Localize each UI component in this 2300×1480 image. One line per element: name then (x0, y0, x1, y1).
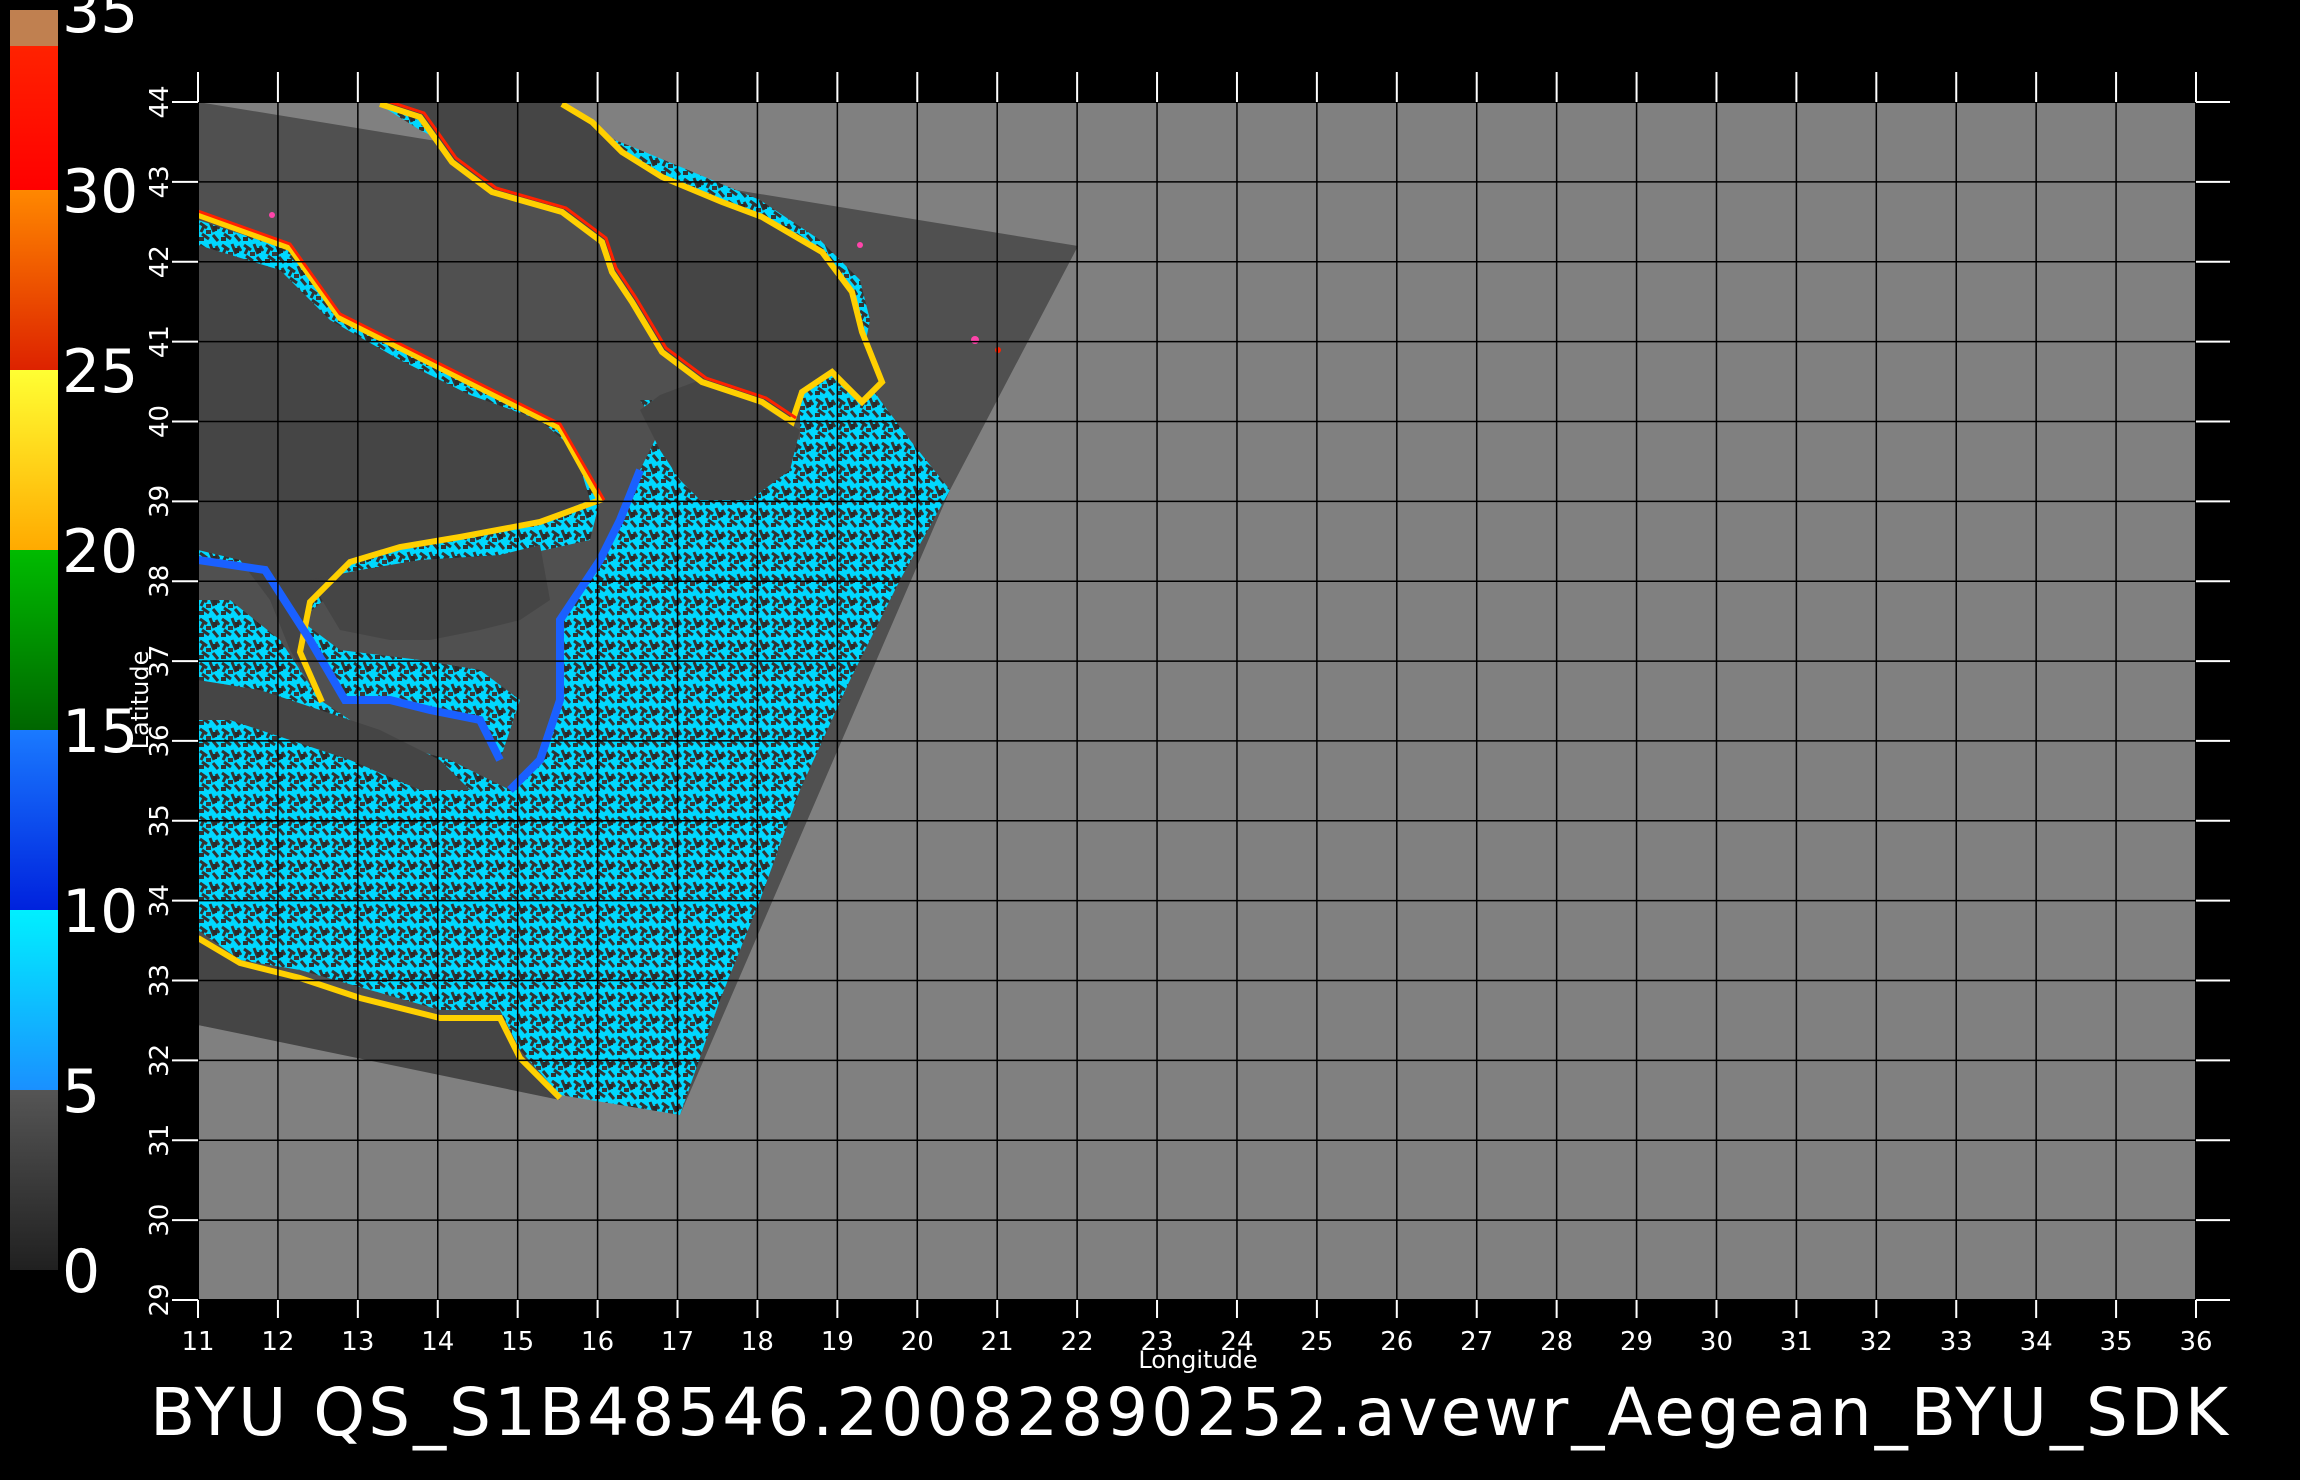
x-tick-label: 32 (1860, 1327, 1893, 1357)
x-tick-label: 16 (581, 1327, 614, 1357)
y-tick-label: 43 (145, 165, 175, 198)
colorbar-segment (10, 10, 58, 46)
island-spot (995, 347, 1001, 353)
x-tick-label: 26 (1380, 1327, 1413, 1357)
island-spot (857, 242, 863, 248)
y-tick-label: 39 (145, 485, 175, 518)
y-tick-label: 34 (145, 884, 175, 917)
x-tick-label: 12 (261, 1327, 294, 1357)
y-tick-label: 35 (145, 804, 175, 837)
x-tick-label: 25 (1300, 1327, 1333, 1357)
x-tick-label: 18 (741, 1327, 774, 1357)
x-tick-label: 36 (2179, 1327, 2212, 1357)
colorbar-segment (10, 370, 58, 550)
x-tick-label: 20 (901, 1327, 934, 1357)
colorbar-segment (10, 46, 58, 190)
wind-speed-colorbar (10, 10, 58, 1270)
x-tick-label: 11 (181, 1327, 214, 1357)
x-axis-label: Longitude (1138, 1346, 1257, 1374)
y-tick-label: 44 (145, 85, 175, 118)
colorbar-tick-label: 5 (62, 1057, 100, 1127)
x-tick-label: 14 (421, 1327, 454, 1357)
colorbar-tick-label: 35 (62, 0, 138, 47)
x-tick-label: 31 (1780, 1327, 1813, 1357)
colorbar-segment (10, 1090, 58, 1270)
x-tick-label: 27 (1460, 1327, 1493, 1357)
x-tick-label: 13 (341, 1327, 374, 1357)
y-tick-label: 31 (145, 1124, 175, 1157)
file-title: BYU QS_S1B48546.20082890252.avewr_Aegean… (150, 1374, 2231, 1451)
x-tick-label: 29 (1620, 1327, 1653, 1357)
y-tick-label: 40 (145, 405, 175, 438)
colorbar-tick-label: 25 (62, 337, 138, 407)
x-tick-label: 35 (2100, 1327, 2133, 1357)
y-tick-label: 33 (145, 964, 175, 997)
colorbar-tick-label: 30 (62, 157, 138, 227)
x-tick-label: 34 (2020, 1327, 2053, 1357)
x-tick-label: 21 (981, 1327, 1014, 1357)
colorbar-tick-label: 20 (62, 517, 138, 587)
x-tick-label: 19 (821, 1327, 854, 1357)
colorbar-segment (10, 550, 58, 730)
colorbar-segment (10, 910, 58, 1090)
y-tick-label: 38 (145, 565, 175, 598)
wind-map-figure: 35302520151050 11 12 13 14 15 16 17 18 19 20 21 22 2… (10, 0, 2231, 1451)
y-axis-label: Latitude (126, 651, 154, 750)
x-tick-label: 30 (1700, 1327, 1733, 1357)
x-tick-label: 33 (1940, 1327, 1973, 1357)
x-tick-label: 28 (1540, 1327, 1573, 1357)
y-tick-label: 30 (145, 1204, 175, 1237)
x-tick-label: 15 (501, 1327, 534, 1357)
y-tick-label: 42 (145, 245, 175, 278)
colorbar-segment (10, 190, 58, 370)
colorbar-tick-label: 10 (62, 877, 138, 947)
colorbar-tick-label: 0 (62, 1237, 100, 1307)
x-tick-label: 17 (661, 1327, 694, 1357)
colorbar-segment (10, 730, 58, 910)
island-spot (971, 336, 979, 344)
island-spot (269, 212, 275, 218)
y-tick-label: 29 (145, 1283, 175, 1316)
x-tick-label: 22 (1061, 1327, 1094, 1357)
y-tick-label: 41 (145, 325, 175, 358)
y-tick-label: 32 (145, 1044, 175, 1077)
